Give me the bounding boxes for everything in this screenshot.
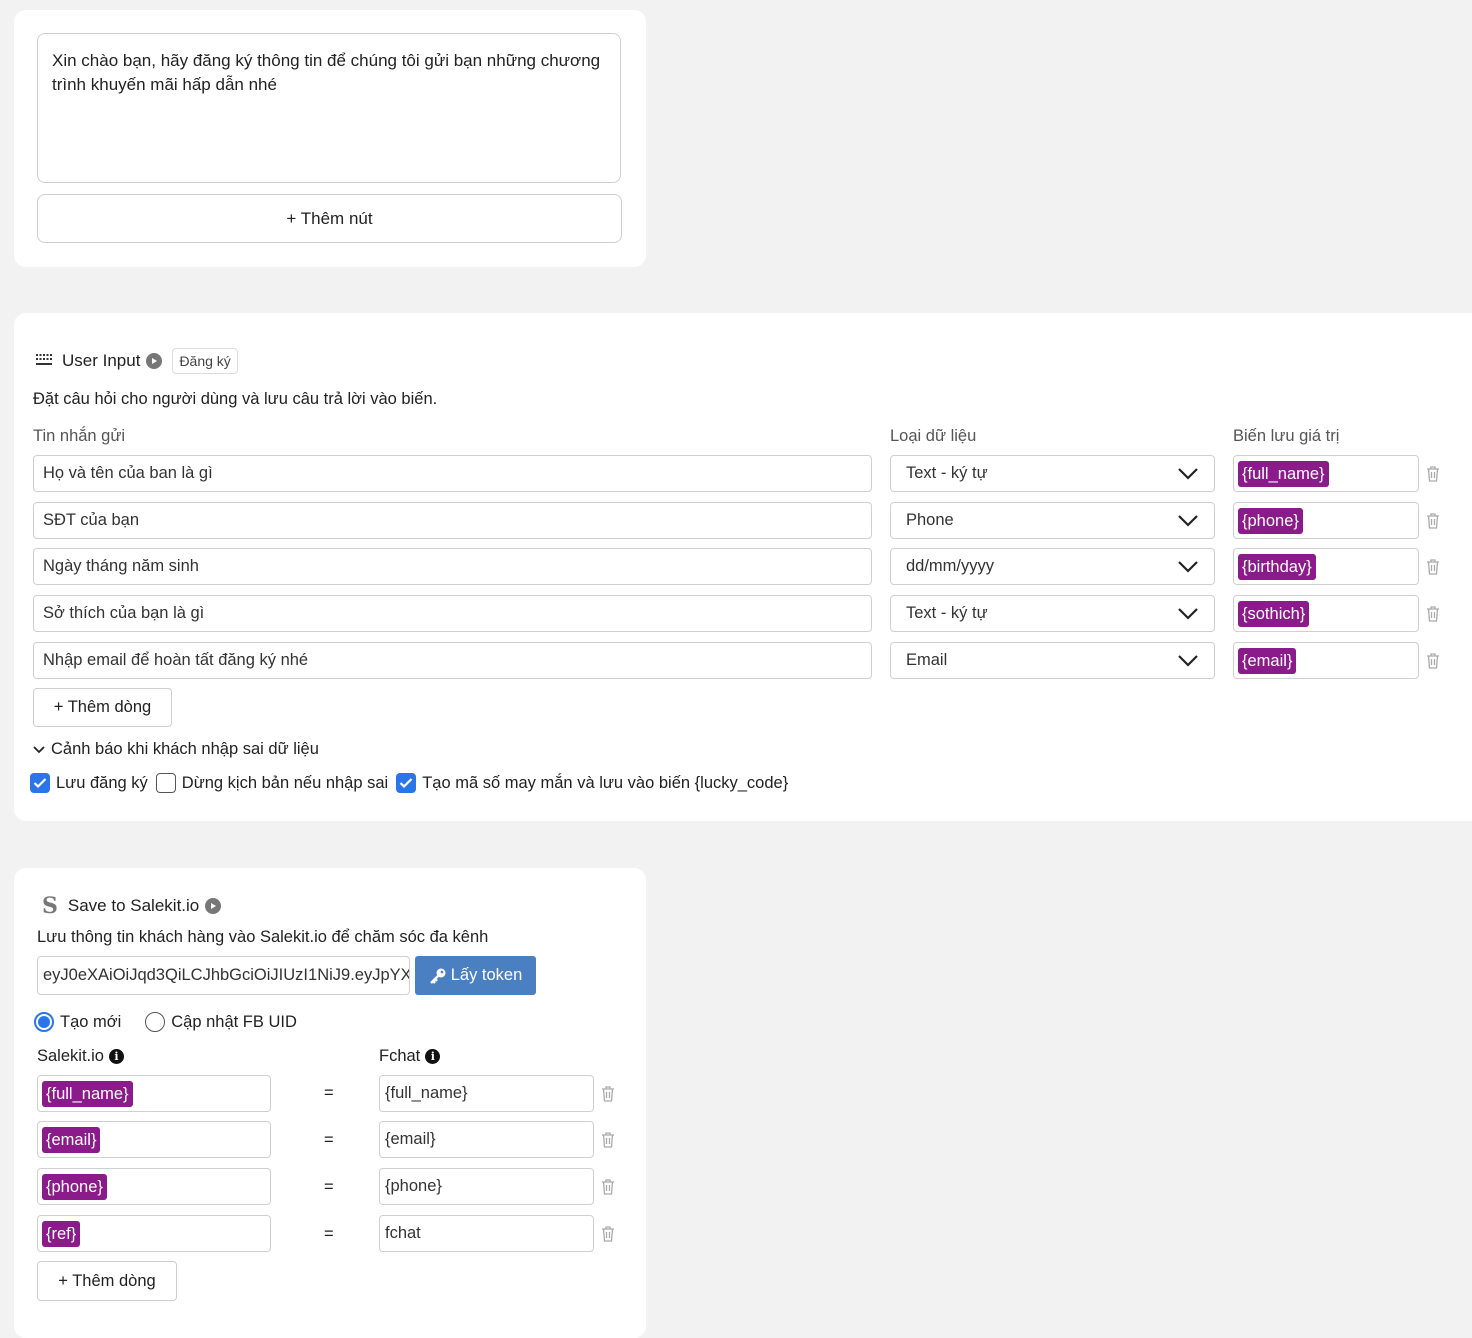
user-input-description: Đặt câu hỏi cho người dùng và lưu câu tr…	[33, 390, 438, 408]
chevron-down-icon	[1178, 467, 1198, 480]
chevron-down-icon	[1178, 607, 1198, 620]
message-input[interactable]: Nhập email để hoàn tất đăng ký nhé	[33, 642, 872, 679]
get-token-button[interactable]: Lấy token	[415, 956, 536, 995]
message-input[interactable]: Họ và tên của ban là gì	[33, 455, 872, 492]
add-row-button[interactable]: + Thêm dòng	[33, 688, 172, 727]
salekit-field[interactable]: {full_name}	[37, 1075, 271, 1112]
variable-chip: {birthday}	[1238, 553, 1316, 580]
lucky-code-checkbox[interactable]	[396, 773, 417, 793]
message-input[interactable]: SĐT của bạn	[33, 502, 872, 539]
equals-sign: =	[324, 1178, 334, 1196]
stop-script-label: Dừng kịch bản nếu nhập sai	[181, 773, 389, 792]
type-select[interactable]: dd/mm/yyyy	[890, 548, 1215, 585]
salekit-logo-icon: S	[42, 893, 58, 919]
trash-icon[interactable]	[1426, 465, 1440, 483]
variable-chip: {full_name}	[1238, 460, 1329, 487]
fchat-field[interactable]: {phone}	[379, 1168, 594, 1205]
radio-new-label: Tạo mới	[60, 1012, 122, 1031]
salekit-field[interactable]: {phone}	[37, 1168, 271, 1205]
salekit-header: S Save to Salekit.io	[42, 893, 222, 919]
variable-chip: {email}	[42, 1126, 101, 1153]
salekit-description: Lưu thông tin khách hàng vào Salekit.io …	[37, 928, 489, 946]
salekit-field[interactable]: {email}	[37, 1121, 271, 1158]
save-registration-label: Lưu đăng ký	[56, 773, 148, 792]
trash-icon[interactable]	[1426, 512, 1440, 530]
save-registration-checkbox[interactable]	[30, 773, 50, 793]
message-input[interactable]: Sở thích của bạn là gì	[33, 595, 872, 632]
fchat-field[interactable]: {email}	[379, 1121, 594, 1158]
col-right-header: Fchat i	[379, 1047, 441, 1066]
info-icon[interactable]: i	[108, 1049, 124, 1064]
chevron-down-icon	[1178, 654, 1198, 667]
message-textarea[interactable]: Xin chào bạn, hãy đăng ký thông tin để c…	[37, 33, 621, 183]
add-mapping-row-button[interactable]: + Thêm dòng	[37, 1261, 177, 1301]
play-icon[interactable]	[146, 353, 163, 369]
trash-icon[interactable]	[601, 1225, 615, 1243]
options-row: Lưu đăng ký Dừng kịch bản nếu nhập sai T…	[30, 773, 788, 793]
radio-update-fb-uid[interactable]	[145, 1012, 166, 1032]
var-field[interactable]: {full_name}	[1233, 455, 1419, 492]
variable-chip: {sothich}	[1238, 600, 1310, 627]
var-field[interactable]: {email}	[1233, 642, 1419, 679]
trash-icon[interactable]	[1426, 558, 1440, 576]
equals-sign: =	[324, 1225, 334, 1243]
mode-radio-group: Tạo mới Cập nhật FB UID	[34, 1012, 297, 1032]
chevron-down-icon	[33, 745, 45, 753]
chevron-down-icon	[1178, 514, 1198, 527]
token-input[interactable]: eyJ0eXAiOiJqd3QiLCJhbGciOiJIUzI1NiJ9.eyJ…	[37, 956, 410, 995]
var-field[interactable]: {phone}	[1233, 502, 1419, 539]
chevron-down-icon	[1178, 560, 1198, 573]
user-input-card: User Input Đăng ký Đặt câu hỏi cho người…	[14, 313, 1472, 821]
trash-icon[interactable]	[601, 1178, 615, 1196]
play-icon[interactable]	[205, 898, 222, 914]
var-field[interactable]: {birthday}	[1233, 548, 1419, 585]
radio-new[interactable]	[34, 1012, 54, 1032]
user-input-title: User Input	[62, 351, 141, 370]
fchat-field[interactable]: fchat	[379, 1215, 594, 1252]
step-tag: Đăng ký	[172, 348, 238, 374]
stop-script-checkbox[interactable]	[155, 773, 176, 793]
variable-chip: {full_name}	[42, 1080, 133, 1107]
type-select[interactable]: Text - ký tự	[890, 455, 1215, 492]
type-select[interactable]: Email	[890, 642, 1215, 679]
message-card: Xin chào bạn, hãy đăng ký thông tin để c…	[14, 10, 646, 267]
col-var-label: Biến lưu giá trị	[1233, 427, 1340, 445]
salekit-card: S Save to Salekit.io Lưu thông tin khách…	[14, 868, 646, 1338]
trash-icon[interactable]	[601, 1085, 615, 1103]
col-type-label: Loại dữ liệu	[890, 427, 977, 445]
variable-chip: {phone}	[1238, 507, 1303, 534]
type-select[interactable]: Phone	[890, 502, 1215, 539]
message-input[interactable]: Ngày tháng năm sinh	[33, 548, 872, 585]
radio-update-label: Cập nhật FB UID	[171, 1012, 297, 1031]
keyboard-icon	[36, 351, 52, 371]
trash-icon[interactable]	[1426, 605, 1440, 623]
trash-icon[interactable]	[601, 1131, 615, 1149]
add-button-button[interactable]: + Thêm nút	[37, 194, 622, 243]
col-message-label: Tin nhắn gửi	[33, 427, 126, 445]
variable-chip: {ref}	[42, 1220, 81, 1247]
info-icon[interactable]: i	[425, 1049, 441, 1064]
trash-icon[interactable]	[1426, 652, 1440, 670]
user-input-header: User Input Đăng ký	[36, 348, 238, 374]
warning-toggle[interactable]: Cảnh báo khi khách nhập sai dữ liệu	[33, 740, 319, 759]
equals-sign: =	[324, 1131, 334, 1149]
type-select[interactable]: Text - ký tự	[890, 595, 1215, 632]
equals-sign: =	[324, 1084, 334, 1102]
variable-chip: {email}	[1238, 647, 1297, 674]
fchat-field[interactable]: {full_name}	[379, 1075, 594, 1112]
key-icon	[429, 968, 446, 984]
salekit-title: Save to Salekit.io	[67, 896, 200, 915]
lucky-code-label: Tạo mã số may mắn và lưu vào biến {lucky…	[422, 773, 789, 792]
variable-chip: {phone}	[42, 1173, 107, 1200]
salekit-field[interactable]: {ref}	[37, 1215, 271, 1252]
col-left-header: Salekit.io i	[37, 1047, 124, 1066]
var-field[interactable]: {sothich}	[1233, 595, 1419, 632]
warning-toggle-label: Cảnh báo khi khách nhập sai dữ liệu	[51, 740, 319, 758]
